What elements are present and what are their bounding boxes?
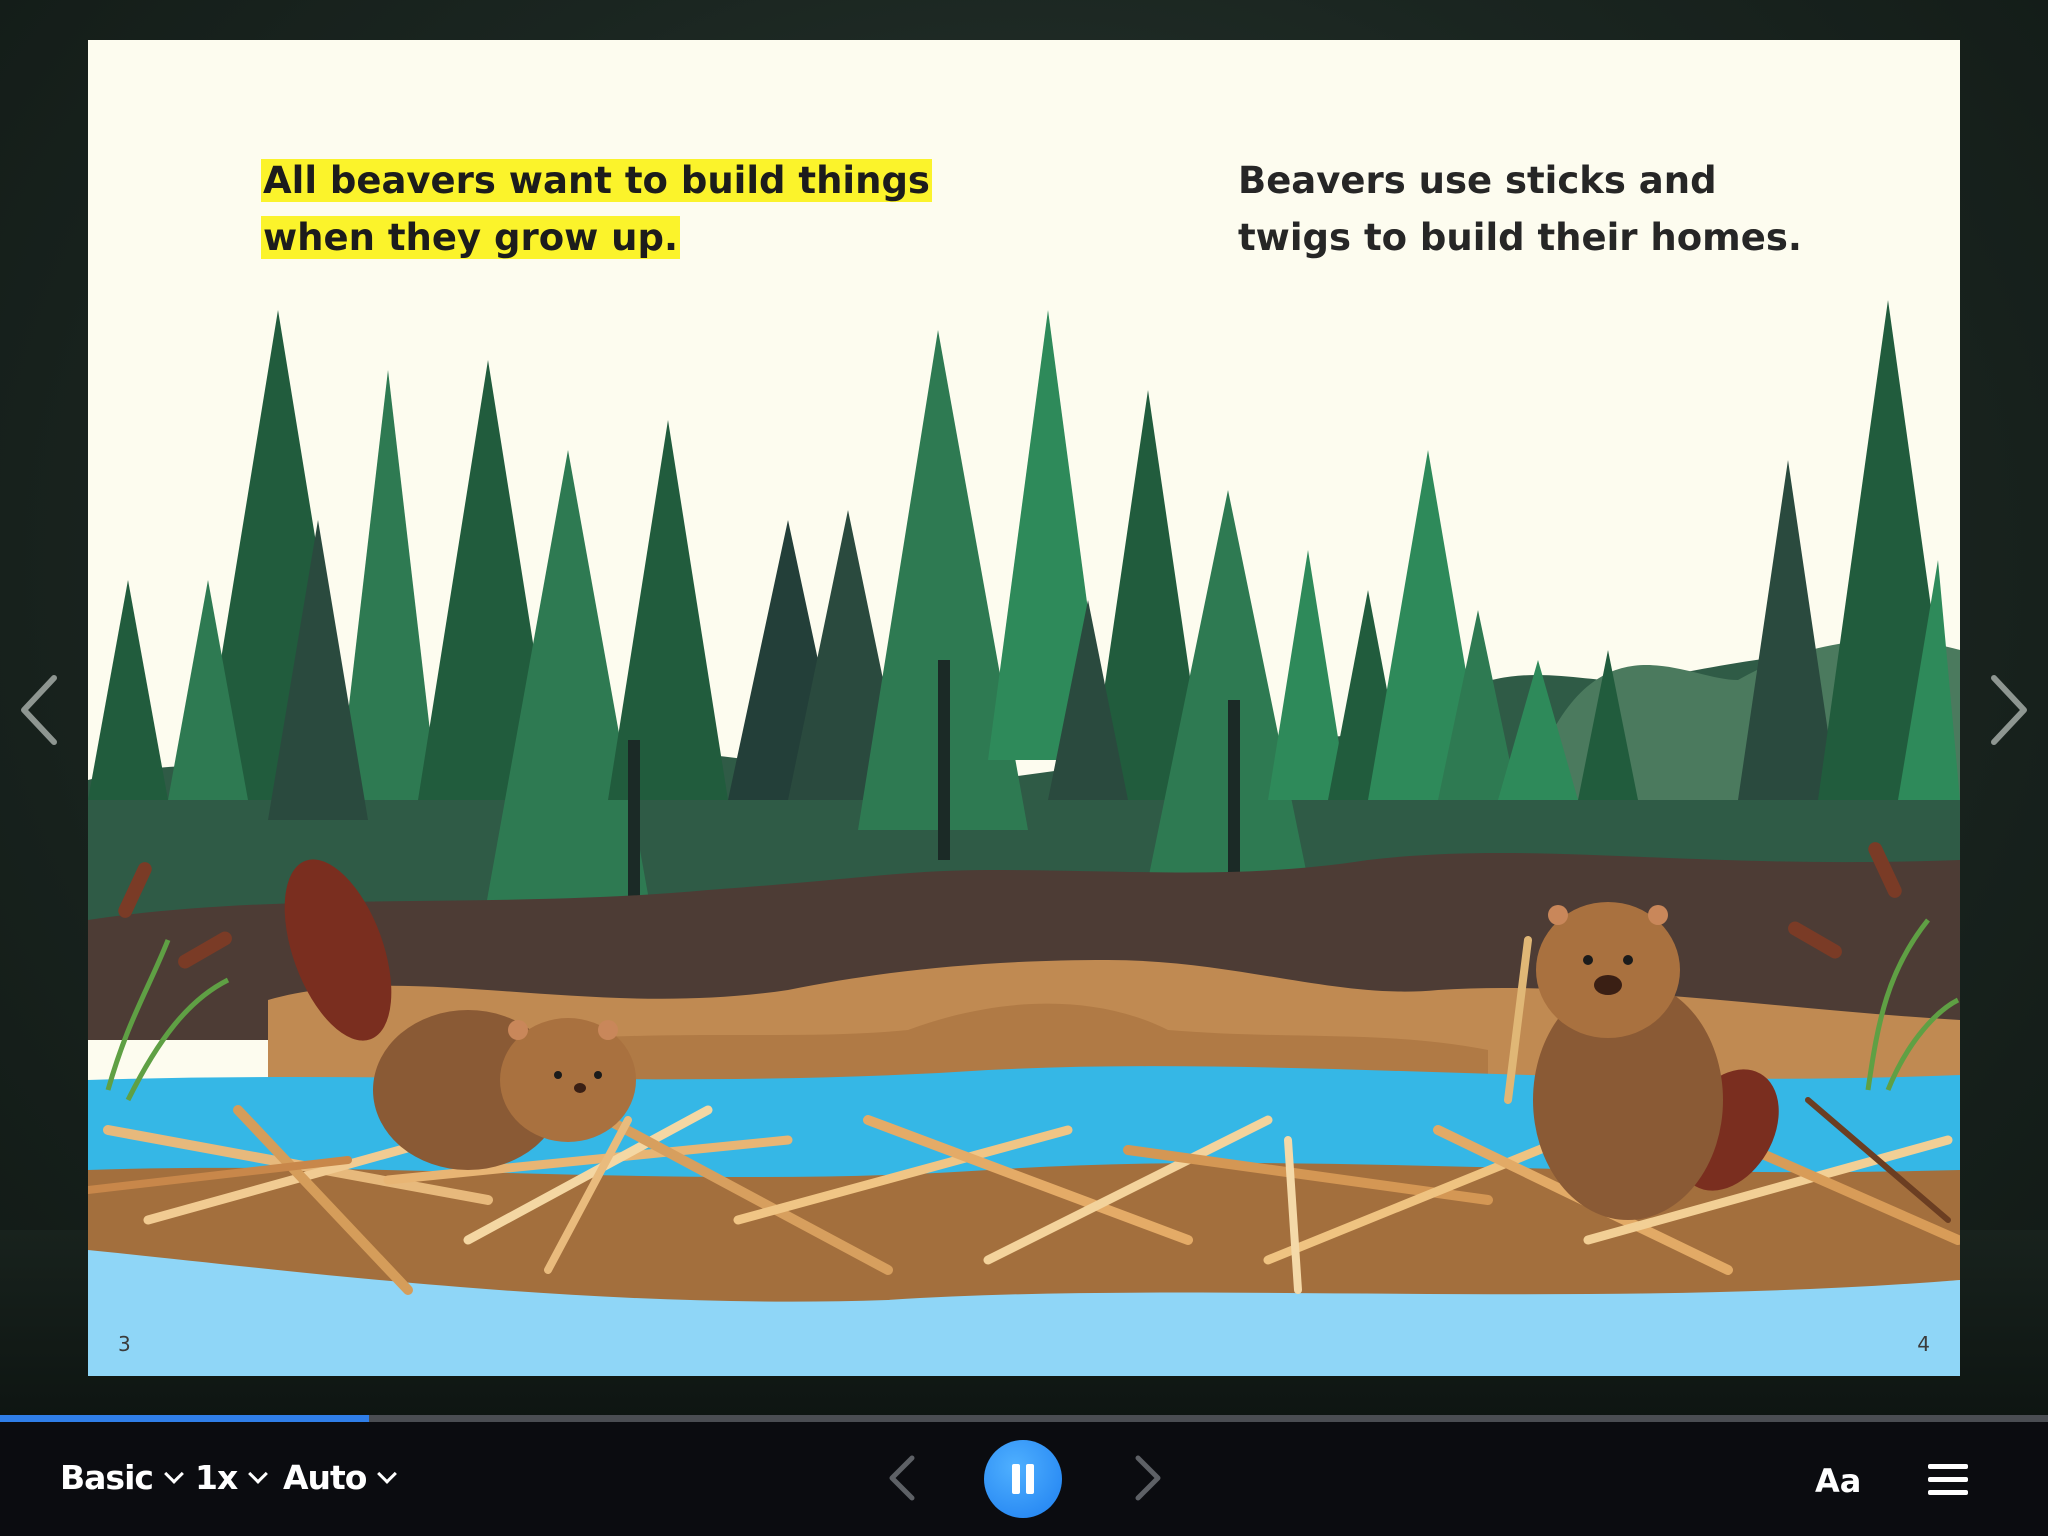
speed-label: 1x	[195, 1458, 238, 1497]
chevron-down-icon	[164, 1463, 184, 1484]
chevron-down-icon	[377, 1463, 398, 1484]
mode-dropdown[interactable]: Auto	[283, 1458, 398, 1497]
mode-label: Auto	[283, 1458, 367, 1497]
level-label: Basic	[60, 1458, 154, 1497]
right-page-text: Beavers use sticks and twigs to build th…	[1238, 159, 1802, 259]
reading-progress-fill	[0, 1415, 369, 1422]
text-settings-button[interactable]: Aa	[1815, 1462, 1861, 1500]
pause-icon	[1012, 1464, 1020, 1494]
chevron-down-icon	[248, 1463, 269, 1484]
book-spread: All beavers want to build things when th…	[88, 40, 1960, 1376]
level-dropdown[interactable]: Basic	[60, 1458, 184, 1497]
pause-icon-bar	[1026, 1464, 1034, 1494]
menu-line	[1928, 1490, 1968, 1495]
reading-progress-bar[interactable]	[0, 1415, 2048, 1422]
player-toolbar: Basic 1x Auto Aa	[0, 1422, 2048, 1536]
speed-dropdown[interactable]: 1x	[195, 1458, 269, 1497]
left-page-text: All beavers want to build things when th…	[261, 159, 932, 259]
menu-line	[1928, 1464, 1968, 1469]
right-page-number: 4	[1917, 1332, 1930, 1356]
menu-line	[1928, 1477, 1968, 1482]
next-page-arrow[interactable]	[1976, 670, 2036, 750]
hamburger-menu-icon[interactable]	[1928, 1464, 1968, 1496]
pause-button[interactable]	[984, 1440, 1062, 1518]
chevron-right-icon[interactable]	[1122, 1450, 1172, 1506]
left-page-number: 3	[118, 1332, 131, 1356]
chevron-left-icon[interactable]	[878, 1450, 928, 1506]
previous-page-arrow[interactable]	[12, 670, 72, 750]
